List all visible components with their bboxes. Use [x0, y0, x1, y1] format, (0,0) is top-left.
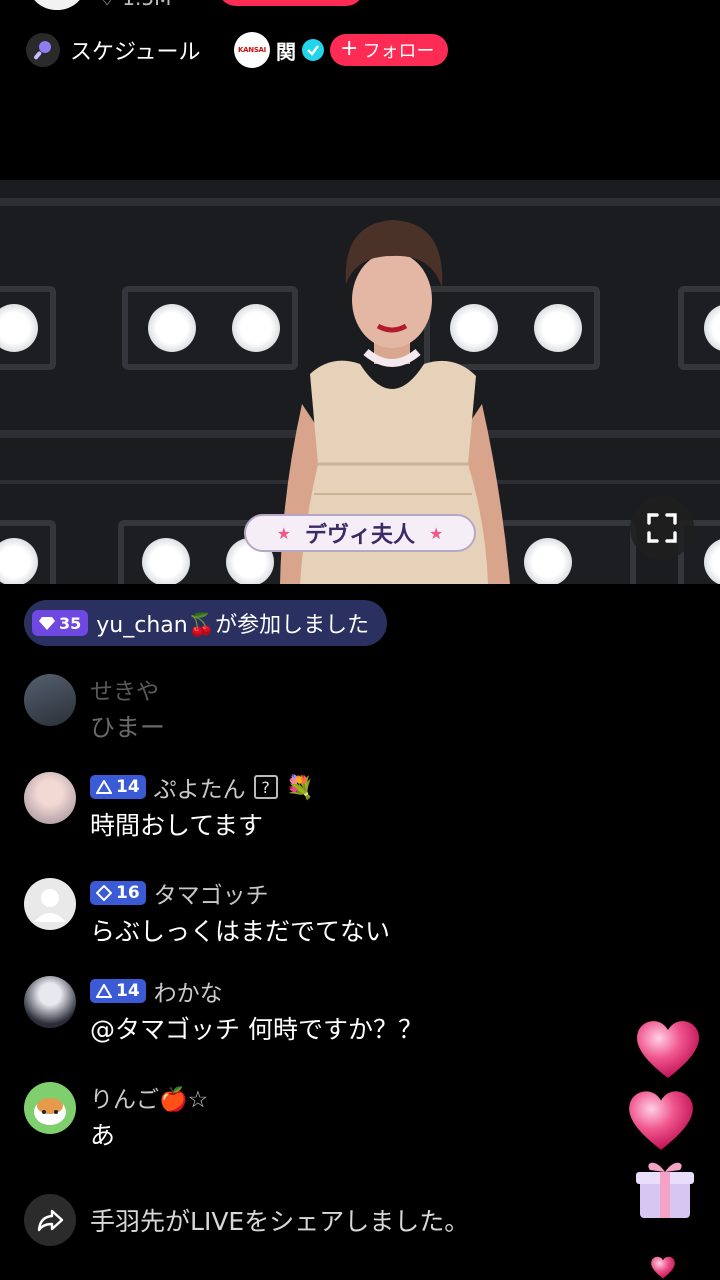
share-event: 手羽先がLIVEをシェアしました。	[24, 1194, 469, 1246]
comment-text: あ	[90, 1121, 116, 1150]
comment-username[interactable]: せきや	[90, 672, 159, 706]
diamond-icon	[39, 617, 55, 630]
comment-text: 時間おしてます	[90, 811, 264, 840]
video-caption: ★ デヴィ夫人 ★	[244, 514, 476, 552]
comment-text: ひまー	[90, 713, 166, 742]
share-user[interactable]: 手羽先	[90, 1207, 165, 1236]
avatar[interactable]	[24, 1082, 76, 1134]
join-message: が参加しました	[215, 613, 370, 638]
expand-icon	[647, 513, 677, 543]
schedule-button[interactable]: スケジュール	[26, 32, 200, 68]
join-banner: 35 yu_chan🍒が参加しました	[24, 600, 388, 646]
host-follow-button[interactable]	[218, 0, 364, 6]
follow-label: フォロー	[362, 41, 435, 62]
unknown-glyph-icon: ?	[253, 775, 278, 799]
fan-level-badge: 14	[90, 979, 146, 1003]
avatar[interactable]	[24, 878, 76, 930]
hamster-avatar-icon	[34, 1098, 66, 1125]
caption-text: デヴィ夫人	[304, 523, 415, 548]
comment-username[interactable]: りんご🍎☆	[90, 1080, 208, 1114]
plus-icon: +	[340, 36, 359, 61]
sponsor-logo: KANSAI	[234, 32, 270, 68]
microphone-icon	[26, 33, 60, 67]
heart-reaction-icon	[651, 1256, 675, 1279]
sponsor-name: 関	[276, 39, 296, 64]
level-icon	[96, 780, 112, 794]
sponsor-account[interactable]: KANSAI 関 + フォロー	[234, 32, 449, 68]
fan-level-badge: 16	[90, 881, 146, 905]
fullscreen-button[interactable]	[630, 496, 694, 560]
level-icon	[96, 885, 112, 901]
verified-icon	[302, 39, 324, 61]
follow-button[interactable]: + フォロー	[330, 34, 449, 66]
join-username[interactable]: yu_chan🍒	[96, 613, 215, 638]
default-avatar-icon	[34, 889, 66, 922]
avatar[interactable]	[24, 976, 76, 1028]
heart-reaction-icon	[637, 1021, 699, 1078]
schedule-label: スケジュール	[70, 40, 201, 65]
gift-box-icon	[636, 1162, 694, 1218]
gifter-level-badge: 35	[32, 610, 89, 636]
avatar[interactable]	[24, 674, 76, 726]
comment-username[interactable]: ぷよたん	[154, 770, 246, 804]
bouquet-emoji: 💐	[285, 774, 315, 801]
star-icon: ★	[429, 523, 444, 543]
heart-reaction-icon	[629, 1091, 693, 1150]
comment-text: らぶしっくはまだでてない	[90, 917, 391, 946]
comment-username[interactable]: わかな	[154, 974, 223, 1008]
comment-text: @タマゴッチ 何時ですか？？	[90, 1015, 423, 1044]
viewer-count: ♡ 1.5M	[98, 0, 171, 10]
comment-username[interactable]: タマゴッチ	[154, 876, 269, 910]
join-level: 35	[59, 613, 82, 633]
share-message: がLIVEをシェアしました。	[165, 1207, 470, 1236]
level-icon	[96, 984, 112, 998]
host-avatar[interactable]	[30, 0, 84, 10]
share-icon	[24, 1194, 76, 1246]
fan-level-badge: 14	[90, 775, 146, 799]
avatar[interactable]	[24, 772, 76, 824]
star-icon: ★	[276, 523, 291, 543]
